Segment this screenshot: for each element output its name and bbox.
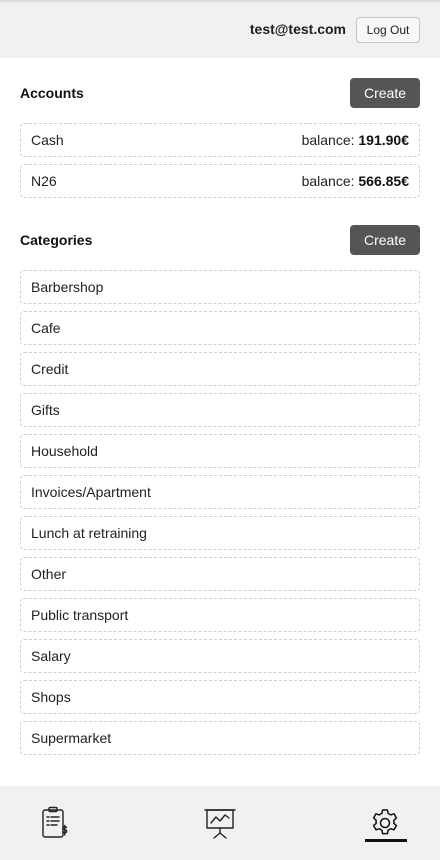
category-row[interactable]: Invoices/Apartment [20, 475, 420, 509]
balance-value: 566.85€ [358, 173, 409, 189]
category-row[interactable]: Other [20, 557, 420, 591]
account-balance: balance: 191.90€ [302, 132, 409, 148]
accounts-header: Accounts Create [20, 78, 420, 108]
categories-list: Barbershop Cafe Credit Gifts Household I… [20, 270, 420, 762]
category-name: Barbershop [31, 279, 104, 295]
nav-transactions[interactable] [15, 786, 95, 860]
invoice-clipboard-icon [42, 806, 68, 838]
accounts-list: Cash balance: 191.90€ N26 balance: 566.8… [20, 123, 420, 205]
category-name: Cafe [31, 320, 61, 336]
category-name: Supermarket [31, 730, 112, 746]
category-row[interactable]: Shops [20, 680, 420, 714]
category-row[interactable]: Lunch at retraining [20, 516, 420, 550]
accounts-title: Accounts [20, 85, 84, 101]
category-name: Household [31, 443, 98, 459]
account-row[interactable]: Cash balance: 191.90€ [20, 123, 420, 157]
categories-header: Categories Create [20, 225, 420, 255]
active-tab-indicator [365, 839, 407, 842]
category-name: Credit [31, 361, 69, 377]
category-row[interactable]: Household [20, 434, 420, 468]
category-name: Other [31, 566, 67, 582]
category-row[interactable]: Gifts [20, 393, 420, 427]
categories-title: Categories [20, 232, 93, 248]
category-name: Lunch at retraining [31, 525, 147, 541]
category-row[interactable]: Public transport [20, 598, 420, 632]
account-name: Cash [31, 132, 64, 148]
category-name: Invoices/Apartment [31, 484, 151, 500]
category-row[interactable]: Supermarket [20, 721, 420, 755]
category-row[interactable]: Salary [20, 639, 420, 673]
account-name: N26 [31, 173, 57, 189]
category-name: Gifts [31, 402, 60, 418]
category-name: Public transport [31, 607, 129, 623]
create-account-button[interactable]: Create [350, 78, 420, 108]
presentation-chart-icon [204, 809, 236, 839]
balance-prefix: balance: [301, 173, 359, 189]
category-row[interactable]: Credit [20, 352, 420, 386]
balance-prefix: balance: [301, 132, 359, 148]
account-row[interactable]: N26 balance: 566.85€ [20, 164, 420, 198]
settings-content: Accounts Create Cash balance: 191.90€ N2… [0, 58, 440, 786]
user-email: test@test.com [249, 21, 346, 37]
account-balance: balance: 566.85€ [302, 173, 409, 189]
category-name: Shops [31, 689, 71, 705]
nav-settings[interactable] [345, 786, 425, 860]
gear-icon [372, 809, 398, 835]
category-row[interactable]: Cafe [20, 311, 420, 345]
bottom-navigation [0, 786, 440, 860]
top-bar: test@test.com Log Out [0, 0, 440, 58]
category-row[interactable]: Barbershop [20, 270, 420, 304]
balance-value: 191.90€ [358, 132, 409, 148]
logout-button[interactable]: Log Out [356, 17, 420, 43]
category-name: Salary [31, 648, 71, 664]
create-category-button[interactable]: Create [350, 225, 420, 255]
nav-statistics[interactable] [180, 786, 260, 860]
